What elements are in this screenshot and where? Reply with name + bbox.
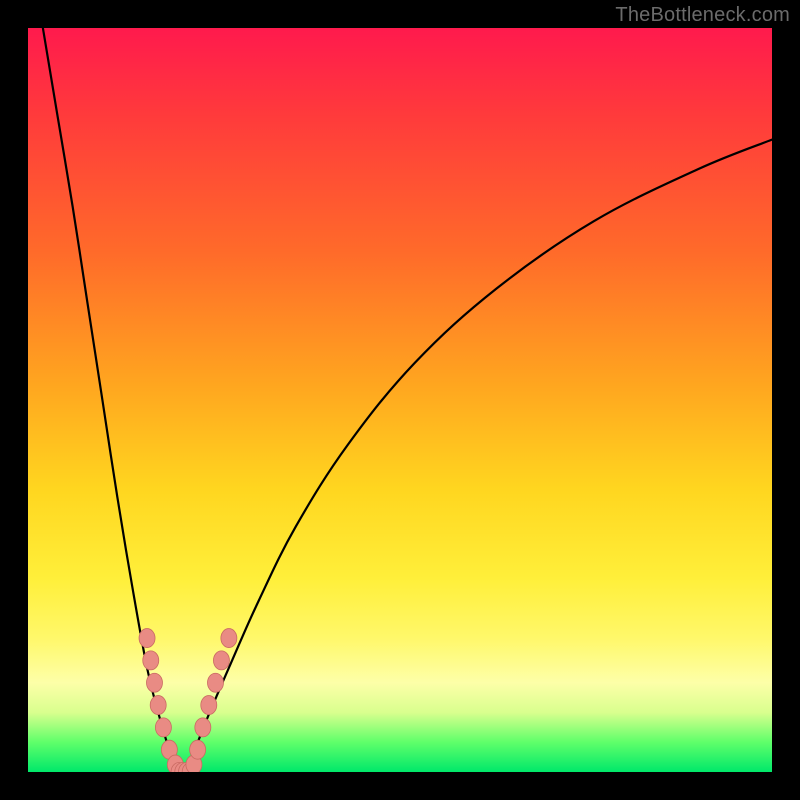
data-marker <box>213 651 229 670</box>
data-marker <box>143 651 159 670</box>
curve-overlay <box>28 28 772 772</box>
data-marker <box>190 740 206 759</box>
data-marker <box>139 629 155 648</box>
curve-left-branch <box>43 28 183 772</box>
data-marker <box>150 696 166 715</box>
data-marker <box>146 673 162 692</box>
curve-right-branch <box>183 140 772 772</box>
plot-area <box>28 28 772 772</box>
chart-frame: TheBottleneck.com <box>0 0 800 800</box>
data-marker <box>207 673 223 692</box>
data-marker <box>201 696 217 715</box>
data-marker <box>155 718 171 737</box>
data-marker <box>195 718 211 737</box>
data-marker <box>221 629 237 648</box>
data-markers <box>139 629 237 772</box>
watermark-text: TheBottleneck.com <box>615 4 790 27</box>
